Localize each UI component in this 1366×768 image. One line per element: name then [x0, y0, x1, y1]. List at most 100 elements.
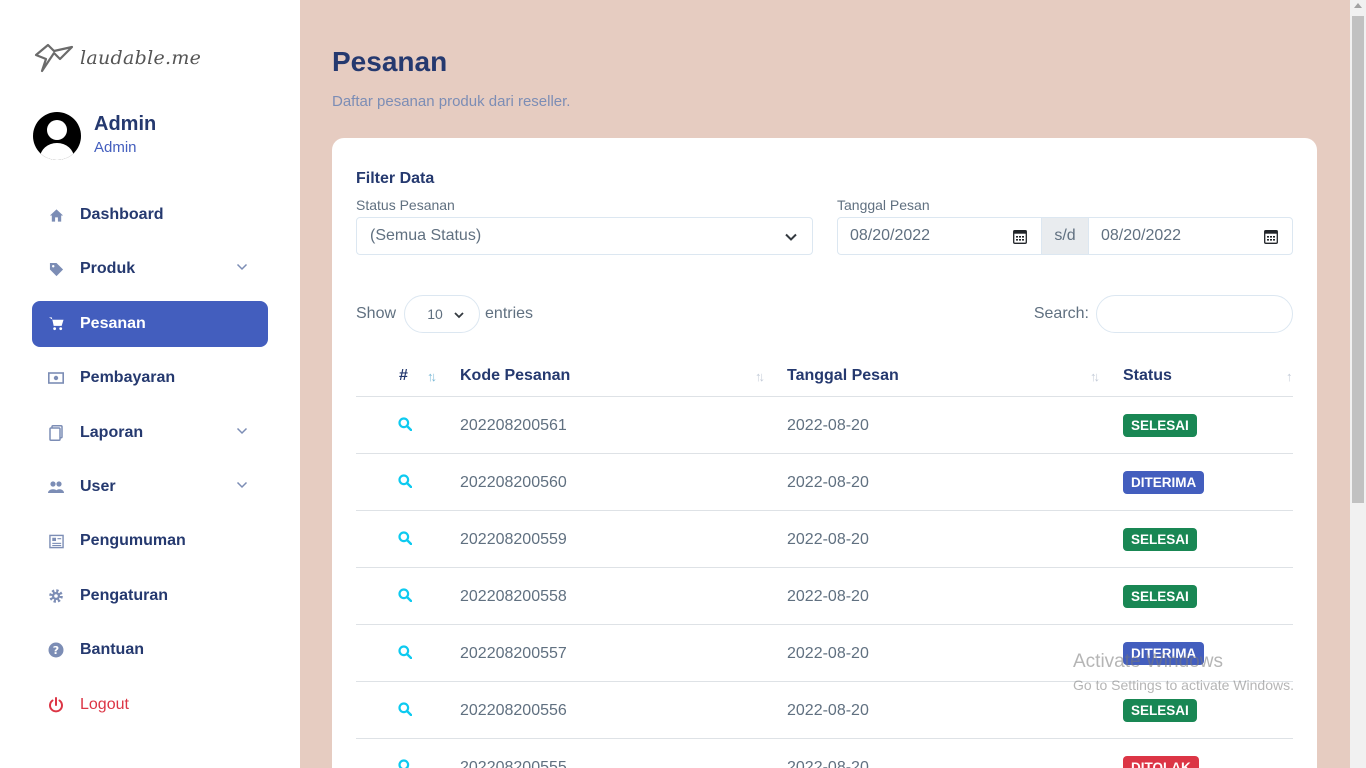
svg-text:?: ? [53, 644, 59, 657]
avatar [33, 112, 81, 160]
chevron-down-icon [236, 481, 248, 489]
sidebar-item-bantuan[interactable]: ? Bantuan [32, 627, 268, 673]
table-row: 202208200559 2022-08-20 SELESAI [356, 511, 1293, 568]
chevron-down-icon [785, 233, 797, 241]
sidebar-item-label: Pembayaran [80, 369, 176, 387]
watermark-subtitle: Go to Settings to activate Windows. [1073, 677, 1294, 693]
sidebar-item-label: Produk [80, 260, 136, 278]
sidebar-item-pembayaran[interactable]: Pembayaran [32, 355, 268, 401]
cell-kode-pesanan: 202208200557 [460, 645, 567, 662]
search-label: Search: [1033, 305, 1089, 322]
power-icon [48, 696, 64, 713]
sort-icon[interactable]: ↑↓ [427, 369, 437, 384]
cell-kode-pesanan: 202208200556 [460, 702, 567, 719]
question-icon: ? [48, 642, 64, 658]
chevron-down-icon [236, 427, 248, 434]
status-badge: DITOLAK [1123, 756, 1199, 768]
sidebar-item-dashboard[interactable]: Dashboard [32, 192, 268, 238]
files-icon [48, 424, 64, 441]
date-range: 08/20/2022 s/d 08/20/2022 [837, 217, 1293, 255]
entries-select[interactable]: 10 [404, 295, 481, 333]
table-row: 202208200555 2022-08-20 DITOLAK [356, 739, 1293, 768]
sidebar-item-label: User [80, 477, 116, 495]
calendar-icon[interactable] [1013, 229, 1027, 244]
scrollbar-thumb[interactable] [1352, 16, 1364, 503]
sidebar-item-logout[interactable]: Logout [32, 682, 268, 728]
status-badge: SELESAI [1123, 528, 1197, 551]
table-row: 202208200558 2022-08-20 SELESAI [356, 568, 1293, 625]
logo-text: laudable.me [80, 47, 202, 69]
sidebar-item-produk[interactable]: Produk [32, 246, 268, 292]
cash-icon [48, 370, 64, 386]
sidebar: laudable.me Admin Admin Dashboard Produk [0, 0, 300, 768]
sidebar-item-pengaturan[interactable]: Pengaturan [32, 573, 268, 619]
date-to-input[interactable]: 08/20/2022 [1088, 217, 1293, 255]
date-from-value: 08/20/2022 [850, 227, 931, 244]
view-detail-search-icon[interactable] [398, 645, 413, 664]
status-select-value: (Semua Status) [370, 227, 482, 244]
sidebar-item-label: Logout [80, 695, 129, 713]
date-to-value: 08/20/2022 [1101, 227, 1182, 244]
page-scrollbar[interactable] [1350, 0, 1366, 768]
status-badge: SELESAI [1123, 414, 1197, 437]
status-select[interactable]: (Semua Status) [356, 217, 813, 255]
cell-tanggal-pesan: 2022-08-20 [787, 531, 869, 548]
sort-icon[interactable]: ↑ [1286, 369, 1292, 384]
date-separator: s/d [1042, 217, 1088, 255]
sidebar-item-label: Dashboard [80, 206, 164, 223]
sidebar-item-pengumuman[interactable]: Pengumuman [32, 518, 268, 564]
watermark-title: Activate Windows [1073, 651, 1223, 672]
view-detail-search-icon[interactable] [398, 759, 412, 768]
cell-tanggal-pesan: 2022-08-20 [787, 417, 869, 434]
view-detail-search-icon[interactable] [398, 474, 413, 493]
view-detail-search-icon[interactable] [398, 702, 413, 721]
table-header: # ↑↓ Kode Pesanan ↑↓ Tanggal Pesan ↑↓ St… [356, 356, 1293, 397]
sort-icon[interactable]: ↑↓ [755, 369, 765, 384]
sidebar-item-pesanan[interactable]: Pesanan [32, 300, 268, 347]
status-badge: DITERIMA [1123, 471, 1205, 494]
page-title: Pesanan [332, 46, 448, 77]
profile-role: Admin [94, 139, 137, 156]
sidebar-item-user[interactable]: User [32, 464, 268, 510]
home-icon [48, 207, 64, 223]
table-body: 202208200561 2022-08-20 SELESAI 20220820056… [356, 397, 1293, 768]
view-detail-search-icon[interactable] [398, 531, 413, 550]
sidebar-item-label: Pesanan [80, 314, 146, 332]
sort-icon[interactable]: ↑↓ [1090, 369, 1100, 384]
table-row: 202208200561 2022-08-20 SELESAI [356, 397, 1293, 454]
cell-kode-pesanan: 202208200559 [460, 531, 567, 548]
column-header-kode[interactable]: Kode Pesanan [460, 367, 570, 385]
date-from-input[interactable]: 08/20/2022 [837, 217, 1042, 255]
logo-mark-icon [34, 43, 74, 73]
view-detail-search-icon[interactable] [398, 417, 413, 436]
sidebar-menu: Dashboard Produk Pesanan Pembayaran Lapo… [32, 192, 268, 736]
sidebar-item-laporan[interactable]: Laporan [32, 410, 268, 456]
cell-tanggal-pesan: 2022-08-20 [787, 474, 869, 491]
cell-tanggal-pesan: 2022-08-20 [787, 759, 869, 768]
profile-name: Admin [94, 113, 157, 135]
search-input[interactable] [1096, 295, 1293, 333]
cell-kode-pesanan: 202208200561 [460, 417, 567, 434]
chevron-down-icon [236, 264, 248, 271]
table-row: 202208200560 2022-08-20 DITERIMA [356, 454, 1293, 511]
view-detail-search-icon[interactable] [398, 588, 413, 607]
cart-icon [48, 316, 64, 332]
table-search: Search: [1034, 295, 1293, 333]
calendar-icon[interactable] [1264, 229, 1278, 244]
column-header-tanggal[interactable]: Tanggal Pesan [787, 367, 899, 385]
filter-title: Filter Data [356, 170, 435, 187]
entries-value: 10 [427, 306, 443, 322]
chevron-down-icon [454, 312, 464, 319]
brand-logo[interactable]: laudable.me [32, 40, 201, 76]
column-header-number[interactable]: # [399, 367, 408, 385]
status-badge: SELESAI [1123, 699, 1197, 722]
cell-kode-pesanan: 202208200558 [460, 588, 567, 605]
column-header-status[interactable]: Status [1123, 367, 1172, 385]
sidebar-item-label: Bantuan [80, 641, 144, 659]
scroll-up-arrow-icon[interactable] [1354, 3, 1362, 8]
people-icon [48, 479, 64, 495]
gear-icon [48, 588, 64, 604]
sidebar-item-label: Pengumuman [80, 532, 186, 550]
tag-icon [48, 261, 64, 277]
orders-table: # ↑↓ Kode Pesanan ↑↓ Tanggal Pesan ↑↓ St… [356, 356, 1293, 768]
